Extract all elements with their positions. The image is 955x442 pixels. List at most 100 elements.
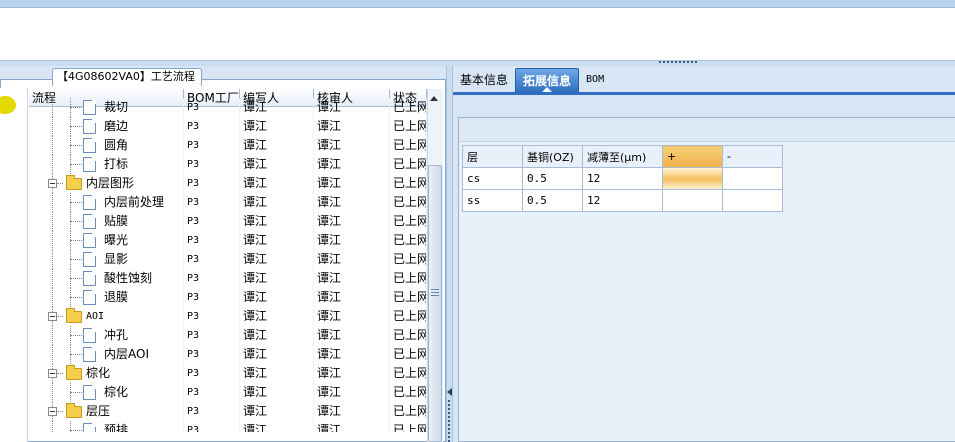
tree-connector (70, 107, 82, 108)
cell-status: 已上网 (390, 288, 427, 307)
cell-layer[interactable]: cs (462, 167, 523, 190)
cell-writer: 谭江 (240, 269, 314, 288)
tab-underline (453, 92, 955, 95)
vsplit-grip-icon[interactable] (448, 400, 450, 442)
cell-reviewer: 谭江 (314, 307, 390, 326)
collapse-icon[interactable] (48, 179, 57, 188)
tree-connector (52, 269, 53, 288)
cell-bom-factory: P3 (184, 174, 240, 193)
cell-base-copper[interactable]: 0.5 (522, 189, 583, 212)
tree-node-label: 酸性蚀刻 (104, 271, 153, 285)
tree-node[interactable]: 内层AOI (29, 345, 184, 364)
tree-row[interactable]: 退膜 P3 谭江 谭江 已上网 (29, 288, 427, 307)
tree-row[interactable]: 圆角 P3 谭江 谭江 已上网 (29, 136, 427, 155)
tree-node[interactable]: 曝光 (29, 231, 184, 250)
tree-node[interactable]: 内层前处理 (29, 193, 184, 212)
tab-basic-info[interactable]: 基本信息 (453, 68, 515, 92)
document-icon (83, 385, 96, 400)
tree-connector (52, 193, 53, 212)
collapse-left-arrow-icon[interactable] (447, 388, 452, 396)
cell-thin-to[interactable]: 12 (582, 167, 663, 190)
cell-thin-to[interactable]: 12 (582, 189, 663, 212)
tree-row[interactable]: 棕化 P3 谭江 谭江 已上网 (29, 364, 427, 383)
tree-node[interactable]: 贴膜 (29, 212, 184, 231)
tree-row[interactable]: 显影 P3 谭江 谭江 已上网 (29, 250, 427, 269)
tree-node[interactable]: 层压 (29, 402, 184, 421)
tree-row[interactable]: 层压 P3 谭江 谭江 已上网 (29, 402, 427, 421)
table-row[interactable]: cs 0.5 12 (462, 167, 783, 190)
tree-row[interactable]: 内层图形 P3 谭江 谭江 已上网 (29, 174, 427, 193)
tab-bom[interactable]: BOM (579, 68, 611, 92)
tree-connector (52, 231, 53, 250)
tree-connector (70, 202, 82, 203)
cell-base-copper[interactable]: 0.5 (522, 167, 583, 190)
cell-writer: 谭江 (240, 326, 314, 345)
document-icon (83, 328, 96, 343)
tree-node[interactable]: 冲孔 (29, 326, 184, 345)
tree-row[interactable]: 预排 P3 谭江 谭江 已上网 (29, 421, 427, 432)
tree-row[interactable]: 裁切 P3 谭江 谭江 已上网 (29, 98, 427, 117)
document-icon (83, 290, 96, 305)
collapse-icon[interactable] (48, 407, 57, 416)
tree-node[interactable]: AOI (29, 307, 184, 326)
tree-node[interactable]: 棕化 (29, 383, 184, 402)
tree-node[interactable]: 酸性蚀刻 (29, 269, 184, 288)
tree-row[interactable]: 曝光 P3 谭江 谭江 已上网 (29, 231, 427, 250)
folder-icon (66, 403, 82, 418)
tree-node[interactable]: 打标 (29, 155, 184, 174)
column-header-layer: 层 (462, 145, 523, 168)
cell-writer: 谭江 (240, 174, 314, 193)
tree-node[interactable]: 磨边 (29, 117, 184, 136)
tree-row[interactable]: 贴膜 P3 谭江 谭江 已上网 (29, 212, 427, 231)
tree-row[interactable]: AOI P3 谭江 谭江 已上网 (29, 307, 427, 326)
tree-node-label: 裁切 (104, 100, 129, 114)
cell-remove[interactable] (722, 167, 783, 190)
tree-node[interactable]: 内层图形 (29, 174, 184, 193)
detail-tab-bar: 基本信息 拓展信息 BOM (453, 66, 955, 92)
tree-row[interactable]: 内层前处理 P3 谭江 谭江 已上网 (29, 193, 427, 212)
process-flow-title-tab[interactable]: 【4G08602VA0】工艺流程 (52, 68, 202, 86)
tree-row[interactable]: 内层AOI P3 谭江 谭江 已上网 (29, 345, 427, 364)
tree-row[interactable]: 冲孔 P3 谭江 谭江 已上网 (29, 326, 427, 345)
remove-column-button[interactable]: - (722, 145, 783, 168)
cell-add-selected[interactable] (662, 167, 723, 190)
tree-row[interactable]: 打标 P3 谭江 谭江 已上网 (29, 155, 427, 174)
splitter-grip-icon[interactable] (650, 61, 705, 65)
tree-node[interactable]: 裁切 (29, 98, 184, 117)
tree-row[interactable]: 棕化 P3 谭江 谭江 已上网 (29, 383, 427, 402)
cell-reviewer: 谭江 (314, 155, 390, 174)
cell-bom-factory: P3 (184, 212, 240, 231)
table-row[interactable]: ss 0.5 12 (462, 189, 783, 212)
vertical-splitter[interactable] (446, 66, 453, 442)
tree-connector (70, 335, 82, 336)
extended-info-toolbar (459, 118, 955, 142)
tree-scrollbar-thumb[interactable] (428, 165, 442, 442)
cell-writer: 谭江 (240, 117, 314, 136)
tree-connector (70, 297, 82, 298)
cell-layer[interactable]: ss (462, 189, 523, 212)
tree-node[interactable]: 棕化 (29, 364, 184, 383)
tree-row[interactable]: 酸性蚀刻 P3 谭江 谭江 已上网 (29, 269, 427, 288)
cell-reviewer: 谭江 (314, 193, 390, 212)
tree-node[interactable]: 退膜 (29, 288, 184, 307)
collapse-icon[interactable] (48, 312, 57, 321)
cell-writer: 谭江 (240, 155, 314, 174)
scroll-up-arrow-icon[interactable] (430, 96, 438, 101)
collapse-icon[interactable] (48, 369, 57, 378)
tree-node-label: 打标 (104, 157, 129, 171)
cell-add[interactable] (662, 189, 723, 212)
tree-connector (52, 117, 53, 136)
tree-node-label: 层压 (86, 404, 111, 418)
tree-node[interactable]: 显影 (29, 250, 184, 269)
cell-remove[interactable] (722, 189, 783, 212)
cell-bom-factory: P3 (184, 326, 240, 345)
tree-node[interactable]: 圆角 (29, 136, 184, 155)
tab-extended-info[interactable]: 拓展信息 (515, 68, 580, 92)
tree-node[interactable]: 预排 (29, 421, 184, 432)
add-column-button[interactable]: + (662, 145, 723, 168)
cell-bom-factory: P3 (184, 307, 240, 326)
cell-status: 已上网 (390, 326, 427, 345)
tree-node-label: 棕化 (86, 366, 111, 380)
folder-icon (66, 365, 82, 380)
tree-row[interactable]: 磨边 P3 谭江 谭江 已上网 (29, 117, 427, 136)
